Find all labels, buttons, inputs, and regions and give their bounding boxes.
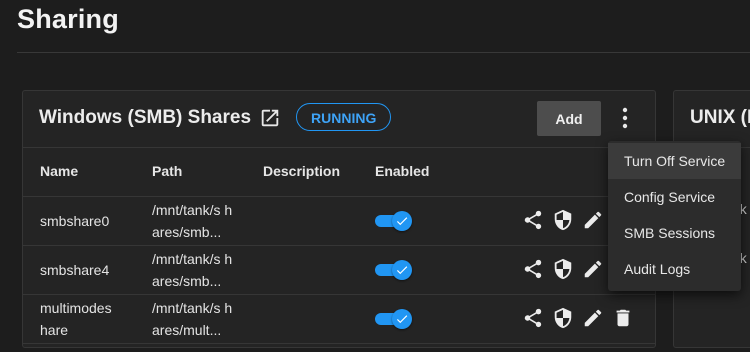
page-divider bbox=[17, 52, 750, 53]
security-icon[interactable] bbox=[552, 209, 574, 231]
add-button[interactable]: Add bbox=[537, 101, 601, 136]
open-in-new-icon[interactable] bbox=[259, 107, 281, 129]
more-vert-icon[interactable] bbox=[616, 105, 634, 131]
security-icon[interactable] bbox=[552, 258, 574, 280]
table-row: multimodes hare /mnt/tank/s hares/mult..… bbox=[23, 295, 655, 344]
check-icon bbox=[396, 315, 408, 324]
share-name: smbshare4 bbox=[40, 262, 110, 278]
card-header: Windows (SMB) Shares RUNNING Add bbox=[23, 91, 655, 148]
share-name: smbshare0 bbox=[40, 213, 110, 229]
card-title: Windows (SMB) Shares bbox=[39, 107, 252, 128]
share-path: /mnt/tank/s hares/mult... bbox=[152, 300, 233, 338]
status-badge: RUNNING bbox=[296, 103, 392, 131]
card-title: UNIX (N bbox=[690, 107, 750, 128]
check-icon bbox=[396, 217, 408, 226]
menu-item-config-service[interactable]: Config Service bbox=[608, 179, 741, 215]
table-row: smbshare0 /mnt/tank/s hares/smb... bbox=[23, 197, 655, 246]
menu-item-smb-sessions[interactable]: SMB Sessions bbox=[608, 215, 741, 251]
enabled-toggle[interactable] bbox=[375, 210, 412, 231]
column-header-path[interactable]: Path bbox=[152, 163, 182, 179]
column-header-description[interactable]: Description bbox=[263, 163, 340, 179]
service-menu: Turn Off Service Config Service SMB Sess… bbox=[608, 141, 741, 291]
share-icon[interactable] bbox=[522, 258, 544, 280]
menu-item-turn-off-service[interactable]: Turn Off Service bbox=[608, 143, 741, 179]
share-path: /mnt/tank/s hares/smb... bbox=[152, 202, 233, 240]
share-icon[interactable] bbox=[522, 307, 544, 329]
table-header: Name Path Description Enabled bbox=[23, 148, 655, 197]
security-icon[interactable] bbox=[552, 307, 574, 329]
table-row: smbshare4 /mnt/tank/s hares/smb... bbox=[23, 246, 655, 295]
column-header-name[interactable]: Name bbox=[40, 163, 78, 179]
check-icon bbox=[396, 266, 408, 275]
menu-item-audit-logs[interactable]: Audit Logs bbox=[608, 251, 741, 287]
smb-shares-card: Windows (SMB) Shares RUNNING Add Name Pa… bbox=[22, 90, 656, 348]
delete-icon[interactable] bbox=[612, 307, 634, 329]
enabled-toggle[interactable] bbox=[375, 308, 412, 329]
share-name: multimodes hare bbox=[40, 300, 112, 338]
share-icon[interactable] bbox=[522, 209, 544, 231]
enabled-toggle[interactable] bbox=[375, 259, 412, 280]
share-path: /mnt/tank/s hares/smb... bbox=[152, 251, 233, 289]
edit-icon[interactable] bbox=[582, 307, 604, 329]
edit-icon[interactable] bbox=[582, 209, 604, 231]
edit-icon[interactable] bbox=[582, 258, 604, 280]
page-title: Sharing bbox=[17, 4, 119, 34]
column-header-enabled[interactable]: Enabled bbox=[375, 163, 429, 179]
